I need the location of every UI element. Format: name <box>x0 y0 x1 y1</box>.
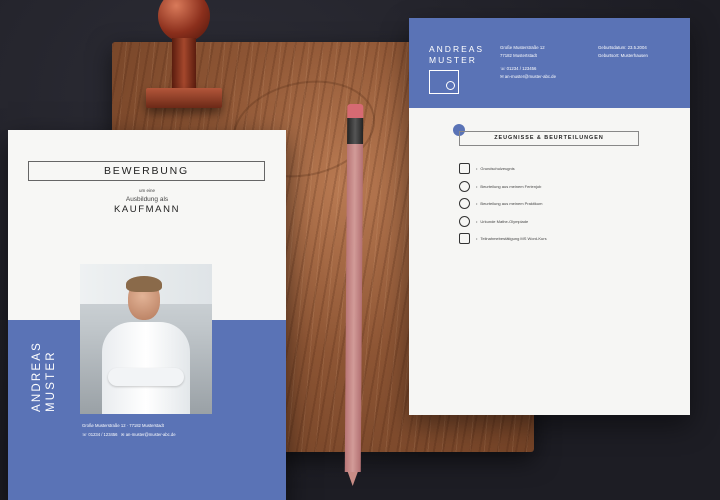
list-item: • Beurteilung aus meinem Ferienjob <box>459 178 639 196</box>
list-item: • Urkunde Mathe-Olympiade <box>459 213 639 231</box>
list-item: • Beurteilung aus meinem Praktikum <box>459 195 639 213</box>
cover-subtitle-small: um eine <box>138 188 155 193</box>
certificate-icon <box>429 70 459 94</box>
desk-scene: ANDREAS MUSTER Große Musterstraße 12 771… <box>0 0 720 500</box>
rubber-stamp <box>146 0 222 116</box>
trophy-icon <box>459 180 470 192</box>
medal-icon <box>459 215 470 227</box>
certificate-list: • Grundschulzeugnis • Beurteilung aus me… <box>459 160 639 248</box>
phone-line: ☏ 01234 / 123456 <box>500 66 537 71</box>
footer-contact: ☏ 01234 / 123456 ✉ an-muster@muster-abc.… <box>82 432 176 437</box>
list-item: • Teilnahmebestätigung MS Word-Kurs <box>459 230 639 248</box>
applicant-photo <box>80 264 212 414</box>
pencil-eraser <box>347 103 364 119</box>
list-item-label: Beurteilung aus meinem Ferienjob <box>480 183 542 189</box>
footer-phone: 01234 / 123456 <box>88 432 118 437</box>
address-line: 77182 Mustertstadt <box>500 53 537 58</box>
stamp-base <box>146 88 222 108</box>
certificate-icon <box>459 233 470 245</box>
certificates-page: ANDREAS MUSTER Große Musterstraße 12 771… <box>409 18 690 415</box>
job-title: KAUFMANN <box>113 204 181 215</box>
applicant-name: ANDREAS MUSTER <box>429 44 485 65</box>
person-hair <box>126 276 162 292</box>
list-item-label: Beurteilung aus meinem Praktikum <box>480 201 543 207</box>
footer-email: an-muster@muster-abc.de <box>125 432 176 437</box>
page-header: ANDREAS MUSTER Große Musterstraße 12 771… <box>409 18 690 108</box>
phone: 01234 / 123456 <box>506 66 537 71</box>
pencil-ferrule <box>347 117 364 145</box>
pencil <box>344 103 364 487</box>
list-item-label: Urkunde Mathe-Olympiade <box>480 218 529 224</box>
cover-title: BEWERBUNG <box>28 161 265 181</box>
pencil-body <box>344 143 364 473</box>
birth-date: Geburtsdatum: 23.5.2004 <box>598 45 647 50</box>
footer-address: Große Musterstraße 12 · 77182 Musterstad… <box>82 423 164 428</box>
address-line: Große Musterstraße 12 <box>500 45 545 50</box>
stamp-handle <box>172 38 196 90</box>
contact: ☏ 01234 / 123456 ✉ an-muster@muster-abc.… <box>500 65 600 81</box>
crossed-arms <box>108 368 184 386</box>
cover-subtitle: Ausbildung als <box>125 196 169 203</box>
cover-page: BEWERBUNG um eine Ausbildung als KAUFMAN… <box>8 130 286 500</box>
gear-icon <box>459 198 470 210</box>
list-item-label: Teilnahmebestätigung MS Word-Kurs <box>480 236 547 242</box>
email-line: ✉ an-muster@muster-abc.de <box>500 74 556 79</box>
section-title: ZEUGNISSE & BEURTEILUNGEN <box>459 131 639 146</box>
address: Große Musterstraße 12 77182 Mustertstadt <box>500 44 590 60</box>
list-item-label: Grundschulzeugnis <box>480 166 515 172</box>
birth-info: Geburtsdatum: 23.5.2004 Geburtsort: Must… <box>598 44 683 60</box>
applicant-name: ANDREAS MUSTER <box>31 341 57 412</box>
list-item: • Grundschulzeugnis <box>459 160 639 178</box>
email: an-muster@muster-abc.de <box>504 74 556 79</box>
stamp-knob <box>158 0 210 42</box>
pencil-tip <box>347 471 358 487</box>
document-icon <box>459 163 470 175</box>
birth-place: Geburtsort: Musterhausen <box>598 53 648 58</box>
